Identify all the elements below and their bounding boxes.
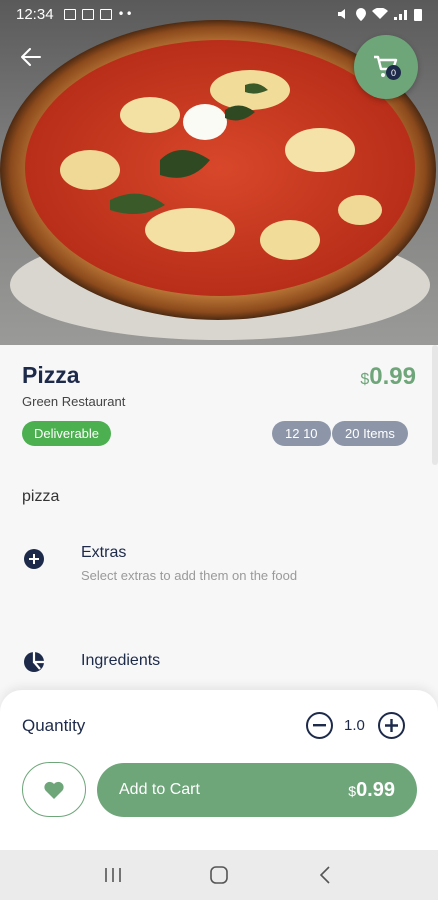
extras-title: Extras [81,544,127,561]
location-icon [356,7,366,21]
product-description: pizza [22,488,60,505]
price-amount: 0.99 [369,363,416,390]
time-chip: 12 10 [272,421,331,446]
deliverable-badge: Deliverable [22,421,112,446]
system-icons [336,7,422,21]
product-price: $0.99 [360,363,416,391]
mute-icon [338,9,345,19]
product-title: Pizza [22,362,80,388]
increase-quantity-button[interactable] [378,712,405,739]
minus-icon [313,724,326,727]
chevron-left-icon [319,866,330,884]
pie-chart-icon [24,652,44,672]
home-icon [210,866,228,884]
system-navigation-bar [0,850,438,900]
mail-notification-icon-2 [99,8,112,20]
quantity-value: 1.0 [344,717,365,734]
total-amount: 0.99 [356,778,395,801]
recent-apps-button[interactable] [101,863,125,887]
add-circle-icon [24,549,44,569]
battery-icon [414,8,422,21]
ingredients-title[interactable]: Ingredients [81,652,160,670]
cart-button[interactable]: 0 [354,35,418,99]
price-currency: $ [360,371,370,388]
signal-icon [394,10,407,20]
home-button[interactable] [207,863,231,887]
back-button[interactable] [14,40,48,74]
decrease-quantity-button[interactable] [306,712,333,739]
recent-apps-icon [105,868,121,882]
status-time: 12:34 [16,5,54,23]
mail-notification-icon [81,8,94,20]
status-bar: 12:34 •• [0,0,438,28]
cart-total: $0.99 [348,779,395,802]
heart-icon [44,781,64,799]
wifi-icon [372,8,388,19]
add-to-cart-label: Add to Cart [119,781,200,798]
scroll-indicator [432,345,438,465]
notification-icons: •• [63,7,134,21]
restaurant-name: Green Restaurant [22,394,126,409]
image-notification-icon [63,8,76,20]
total-currency: $ [348,782,357,799]
add-to-cart-button[interactable]: Add to Cart $0.99 [97,763,417,817]
more-notifications-icon: •• [117,7,134,21]
plus-icon [385,719,398,732]
bottom-sheet: Quantity 1.0 Add to Cart $0.99 [0,690,438,850]
extras-subtitle: Select extras to add them on the food [81,568,298,583]
items-chip: 20 Items [332,421,408,446]
favorite-button[interactable] [22,762,86,817]
arrow-left-icon [21,48,41,66]
cart-count-badge: 0 [386,65,401,80]
quantity-label: Quantity [22,716,86,735]
system-back-button[interactable] [313,863,337,887]
